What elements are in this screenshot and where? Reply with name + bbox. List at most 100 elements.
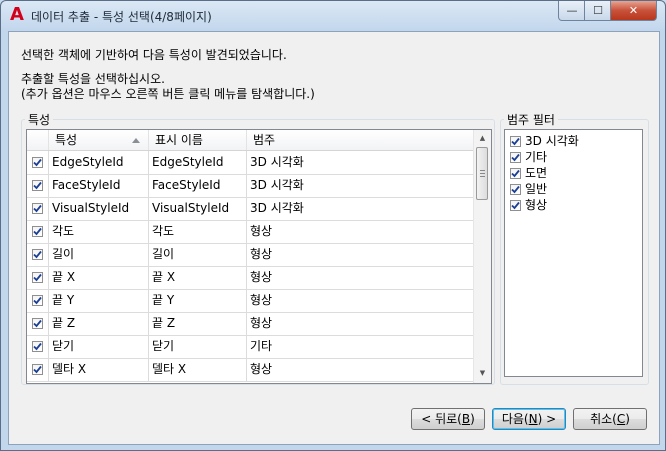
- row-display-name[interactable]: 닫기: [149, 335, 247, 358]
- row-checkbox-cell: [27, 243, 49, 266]
- row-property: FaceStyleId: [49, 174, 149, 197]
- row-display-name[interactable]: 델타 X: [149, 358, 247, 381]
- row-display-name[interactable]: 끝 Z: [149, 312, 247, 335]
- header-display-name-label: 표시 이름: [155, 133, 203, 147]
- row-checkbox[interactable]: [32, 203, 43, 214]
- category-filter-list[interactable]: 3D 시각화기타도면일반형상: [504, 129, 643, 377]
- filter-item-label: 기타: [525, 150, 548, 164]
- row-checkbox-cell: [27, 312, 49, 335]
- row-checkbox-cell: [27, 197, 49, 220]
- back-button-suffix: ): [470, 412, 475, 426]
- row-display-name[interactable]: FaceStyleId: [149, 174, 247, 197]
- row-display-name[interactable]: 끝 X: [149, 266, 247, 289]
- row-category: 형상: [250, 247, 273, 261]
- row-display-name[interactable]: EdgeStyleId: [149, 151, 247, 174]
- properties-list-header: 특성 표시 이름 범주: [27, 130, 473, 151]
- filter-item-label: 도면: [525, 166, 548, 180]
- scroll-down-arrow-icon[interactable]: ▼: [474, 365, 491, 382]
- row-property: 끝 Z: [49, 312, 149, 335]
- back-button-label: < 뒤로(: [421, 412, 462, 426]
- row-checkbox[interactable]: [32, 318, 43, 329]
- row-checkbox[interactable]: [32, 180, 43, 191]
- row-checkbox[interactable]: [32, 295, 43, 306]
- row-property: 끝 X: [49, 266, 149, 289]
- maximize-icon: ☐: [593, 4, 603, 17]
- found-properties-text: 선택한 객체에 기반하여 다음 특성이 발견되었습니다.: [21, 48, 287, 62]
- row-property: 끝 Y: [49, 289, 149, 312]
- row-property: 각도: [49, 220, 149, 243]
- back-button[interactable]: < 뒤로(B): [411, 408, 485, 430]
- row-display-name[interactable]: VisualStyleId: [149, 197, 247, 220]
- maximize-button[interactable]: ☐: [584, 1, 612, 21]
- next-button-suffix: ) >: [537, 412, 557, 426]
- filter-item-label: 일반: [525, 182, 548, 196]
- row-display-name[interactable]: 각도: [149, 220, 247, 243]
- row-category: 기타: [250, 339, 273, 353]
- row-property: 길이: [49, 243, 149, 266]
- thumb-grip-icon: [480, 173, 485, 174]
- window-title: 데이터 추출 - 특성 선택(4/8페이지): [31, 10, 212, 24]
- properties-scrollbar[interactable]: ▲ ▼: [473, 130, 491, 383]
- next-button[interactable]: 다음(N) >: [492, 408, 566, 430]
- autocad-app-icon: A: [10, 4, 24, 25]
- header-category[interactable]: 범주: [247, 130, 473, 150]
- table-row[interactable]: 끝 Z끝 Z 형상: [27, 312, 473, 336]
- header-checkbox-column[interactable]: [27, 130, 49, 150]
- filter-item-label: 형상: [525, 198, 548, 212]
- table-row[interactable]: 끝 Y끝 Y 형상: [27, 289, 473, 313]
- filter-checkbox[interactable]: [510, 152, 521, 163]
- row-checkbox[interactable]: [32, 157, 43, 168]
- next-button-label: 다음(: [501, 412, 529, 426]
- scroll-up-arrow-icon[interactable]: ▲: [474, 130, 491, 147]
- table-row[interactable]: 길이 길이 형상: [27, 243, 473, 267]
- next-button-mnemonic: N: [528, 412, 538, 426]
- row-checkbox[interactable]: [32, 272, 43, 283]
- row-category: 형상: [250, 293, 273, 307]
- minimize-button[interactable]: —: [558, 1, 586, 21]
- row-category: 형상: [250, 316, 273, 330]
- scrollbar-thumb[interactable]: [476, 147, 488, 200]
- minimize-icon: —: [566, 4, 578, 17]
- row-category: 형상: [250, 362, 273, 376]
- row-display-name[interactable]: 길이: [149, 243, 247, 266]
- table-row[interactable]: 끝 X끝 X 형상: [27, 266, 473, 290]
- row-checkbox[interactable]: [32, 249, 43, 260]
- close-icon: ✕: [628, 4, 639, 17]
- row-checkbox[interactable]: [32, 226, 43, 237]
- row-category: 3D 시각화: [250, 178, 304, 192]
- header-property[interactable]: 특성: [49, 130, 149, 150]
- filter-checkbox[interactable]: [510, 136, 521, 147]
- row-checkbox[interactable]: [32, 341, 43, 352]
- properties-group-label: 특성: [25, 111, 54, 128]
- filter-checkbox[interactable]: [510, 200, 521, 211]
- row-category: 3D 시각화: [250, 155, 304, 169]
- cancel-button-label: 취소(: [590, 412, 617, 426]
- row-property: 델타 X: [49, 358, 149, 381]
- table-row[interactable]: 각도 각도 형상: [27, 220, 473, 244]
- close-button[interactable]: ✕: [610, 1, 657, 21]
- filter-checkbox[interactable]: [510, 184, 521, 195]
- table-row[interactable]: 델타 X 델타 X 형상: [27, 358, 473, 382]
- table-row[interactable]: VisualStyleId VisualStyleId 3D 시각화: [27, 197, 473, 221]
- sort-ascending-icon: [132, 138, 140, 143]
- thumb-grip-icon: [480, 176, 485, 177]
- row-checkbox-cell: [27, 174, 49, 197]
- row-property: EdgeStyleId: [49, 151, 149, 174]
- filter-checkbox[interactable]: [510, 168, 521, 179]
- table-row[interactable]: FaceStyleId FaceStyleId 3D 시각화: [27, 174, 473, 198]
- filter-item-label: 3D 시각화: [525, 134, 579, 148]
- title-bar[interactable]: A 데이터 추출 - 특성 선택(4/8페이지) — ☐ ✕: [1, 1, 665, 31]
- header-property-label: 특성: [55, 133, 78, 147]
- row-category: 3D 시각화: [250, 201, 304, 215]
- row-display-name[interactable]: 끝 Y: [149, 289, 247, 312]
- row-checkbox[interactable]: [32, 364, 43, 375]
- back-button-mnemonic: B: [461, 412, 471, 426]
- table-row[interactable]: EdgeStyleId EdgeStyleId 3D 시각화: [27, 151, 473, 175]
- table-row[interactable]: 닫기 닫기 기타: [27, 335, 473, 359]
- cancel-button[interactable]: 취소(C): [573, 408, 647, 430]
- header-display-name[interactable]: 표시 이름: [149, 130, 247, 150]
- dialog-window: A 데이터 추출 - 특성 선택(4/8페이지) — ☐ ✕ 선택한 객체에 기…: [0, 0, 666, 451]
- properties-list[interactable]: 특성 표시 이름 범주 EdgeStyleId EdgeStyleId 3D 시각화…: [26, 129, 492, 384]
- row-checkbox-cell: [27, 220, 49, 243]
- hint-text: (추가 옵션은 마우스 오른쪽 버튼 클릭 메뉴를 탐색합니다.): [21, 87, 315, 101]
